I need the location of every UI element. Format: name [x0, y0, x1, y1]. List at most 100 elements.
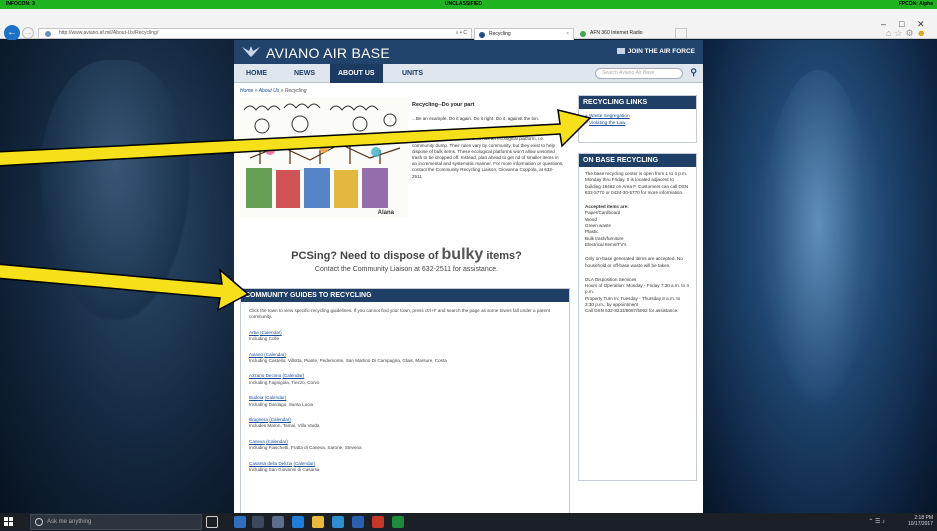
internet-explorer-icon[interactable] [292, 516, 304, 528]
link-item: » Waste Segregation [585, 114, 630, 119]
file-explorer-icon[interactable] [312, 516, 324, 528]
address-bar[interactable]: http://www.aviano.af.mil/About-Us/Recycl… [38, 28, 472, 39]
town-link[interactable]: Caneva [249, 439, 265, 444]
nav-home[interactable]: HOME [238, 64, 275, 83]
close-tab-icon[interactable]: × [566, 31, 569, 37]
address-actions[interactable]: ⌕ ▾ C [456, 30, 467, 36]
search-icon[interactable]: ⚲ [690, 67, 697, 78]
calendar-link[interactable]: (Calendar) [269, 417, 291, 422]
town-note: Including Fiaschetti, Fratta di Caneva, … [249, 445, 362, 451]
clock[interactable]: 2:18 PM 10/17/2017 [908, 515, 933, 527]
town-link[interactable]: Budoia [249, 395, 263, 400]
on-base-recycling-box: ON BASE RECYCLING The base recycling cen… [578, 153, 697, 481]
nav-about-us[interactable]: ABOUT US [330, 64, 383, 83]
tab-afn-radio[interactable]: AFN 360 Internet Radio [576, 28, 672, 40]
pcs-heading: PCSing? Need to dispose of bulky items? [291, 246, 522, 263]
calendar-link[interactable]: (Calendar) [265, 395, 287, 400]
bulky-word: bulky [441, 246, 484, 263]
windows-taskbar: Ask me anything ⌃ ☰ ♪ 2:18 PM 10/17/2017 [0, 513, 937, 531]
town-note: Includes Maron, Tamai, Villa Varda [249, 423, 320, 429]
infocon-label: INFOCON: 3 [6, 1, 35, 7]
smiley-feedback-icon[interactable]: ☻ [917, 28, 929, 38]
town-list: Arba (Calendar) Including Colle Aviano (Ca… [249, 330, 561, 474]
calendar-link[interactable]: (Calendar) [282, 373, 304, 378]
town-note: Including San Giovanni di Casarsa [249, 467, 320, 473]
town-link[interactable]: Arba [249, 330, 259, 335]
favorites-star-icon[interactable]: ☆ [894, 28, 905, 38]
town-link[interactable]: Brugnera [249, 417, 268, 422]
excel-icon[interactable] [392, 516, 404, 528]
system-tray-icons[interactable]: ⌃ ☰ ♪ [868, 518, 885, 525]
settings-gear-icon[interactable]: ⚙ [905, 28, 916, 38]
on-base-recycling-heading: ON BASE RECYCLING [579, 154, 696, 167]
town-link[interactable]: Casarsa della Delizia [249, 461, 292, 466]
dla-line: Call DSN 632-8233/8087/5092 for assistan… [585, 308, 679, 314]
nav-units[interactable]: UNITS [394, 64, 431, 83]
site-favicon-icon [45, 31, 51, 37]
waste-segregation-link[interactable]: Waste Segregation [589, 114, 630, 119]
intro-title: Recycling--Do your part [412, 102, 475, 108]
site-header: AVIANO AIR BASE JOIN THE AIR FORCE [234, 40, 703, 64]
town-link[interactable]: Azzano Decimo [249, 373, 281, 378]
community-guides-box: COMMUNITY GUIDES TO RECYCLING Click the … [240, 288, 570, 513]
join-air-force-link[interactable]: JOIN THE AIR FORCE [616, 48, 695, 55]
classification-banner: INFOCON: 3 UNCLASSIFIED FPCON: Alpha [0, 0, 937, 9]
town-item: Budoia (Calendar) Including Dardago, Sant… [249, 395, 561, 408]
toolbar-icons: ⌂☆⚙☻ [886, 28, 929, 39]
left-background-image [0, 40, 234, 513]
town-item: Caneva (Calendar) Including Fiaschetti, F… [249, 439, 561, 452]
tab-recycling[interactable]: Recycling × [474, 28, 574, 40]
link-item: » Violating the Law [585, 121, 626, 126]
forward-button[interactable]: → [22, 27, 34, 39]
town-item: Casarsa della Delizia (Calendar) Includin… [249, 461, 561, 474]
recycling-links-box: RECYCLING LINKS » Waste Segregation » Vi… [578, 95, 697, 143]
recycling-drawing-image: Alana [240, 98, 408, 218]
dla-line: Hours of Operation: Monday - Friday 7:30… [585, 283, 689, 295]
cortana-icon [35, 518, 43, 526]
breadcrumb-current: Recycling [284, 88, 307, 94]
calendar-link[interactable]: (Calendar) [260, 330, 282, 335]
window-icon[interactable] [252, 516, 264, 528]
town-item: Azzano Decimo (Calendar) Including Fagnig… [249, 373, 561, 386]
town-item: Brugnera (Calendar) Includes Maron, Tamai… [249, 417, 561, 430]
clock-date: 10/17/2017 [907, 521, 933, 527]
town-note: Including Dardago, Santa Lucia [249, 401, 314, 407]
windows-start-icon[interactable] [4, 517, 14, 527]
town-link[interactable]: Aviano [249, 352, 263, 357]
powerpoint-icon[interactable] [372, 516, 384, 528]
site-search-input[interactable]: Search Aviano Air Base [595, 68, 683, 79]
outlook-icon[interactable] [234, 516, 246, 528]
breadcrumb-home[interactable]: Home [240, 88, 253, 94]
new-tab-button[interactable] [675, 28, 687, 39]
breadcrumb: Home » About Us » Recycling [240, 88, 307, 94]
browser-toolbar: – □ ✕ ← → http://www.aviano.af.mil/About… [0, 9, 937, 41]
air-force-logo-icon[interactable] [242, 45, 260, 58]
join-label: JOIN THE AIR FORCE [627, 48, 695, 55]
people-app-icon[interactable] [332, 516, 344, 528]
right-background-image [703, 40, 937, 513]
onbase-note: Only on-base generated items are accepte… [585, 256, 683, 268]
calendar-link[interactable]: (Calendar) [264, 352, 286, 357]
cortana-search-box[interactable]: Ask me anything [30, 514, 202, 530]
calculator-icon[interactable] [272, 516, 284, 528]
guides-intro: Click the town to view specific recyclin… [249, 308, 550, 320]
task-view-icon[interactable] [206, 516, 218, 528]
drawing-signature: Alana [377, 210, 394, 216]
back-button[interactable]: ← [4, 25, 20, 41]
intro-text: Recycling--Do your part ...Be an example… [412, 102, 564, 184]
recycling-links-heading: RECYCLING LINKS [579, 96, 696, 109]
site-title[interactable]: AVIANO AIR BASE [266, 45, 390, 61]
microphone-icon[interactable] [184, 516, 196, 528]
violating-the-law-link[interactable]: Violating the Law [589, 121, 625, 126]
main-nav: HOME NEWS ABOUT US UNITS Search Aviano A… [234, 64, 703, 83]
breadcrumb-about[interactable]: About Us [259, 88, 280, 94]
town-note: Including Colle [249, 336, 280, 342]
intro-paragraph: ...Be an example. Do it again. Do it rig… [412, 116, 539, 122]
word-icon[interactable] [352, 516, 364, 528]
calendar-link[interactable]: (Calendar) [293, 461, 315, 466]
intro-paragraph: Every community in the local area has an… [412, 136, 564, 179]
back-arrow-icon: ← [7, 27, 17, 38]
calendar-link[interactable]: (Calendar) [266, 439, 288, 444]
fpcon-label: FPCON: Alpha [898, 1, 933, 7]
nav-news[interactable]: NEWS [286, 64, 323, 83]
